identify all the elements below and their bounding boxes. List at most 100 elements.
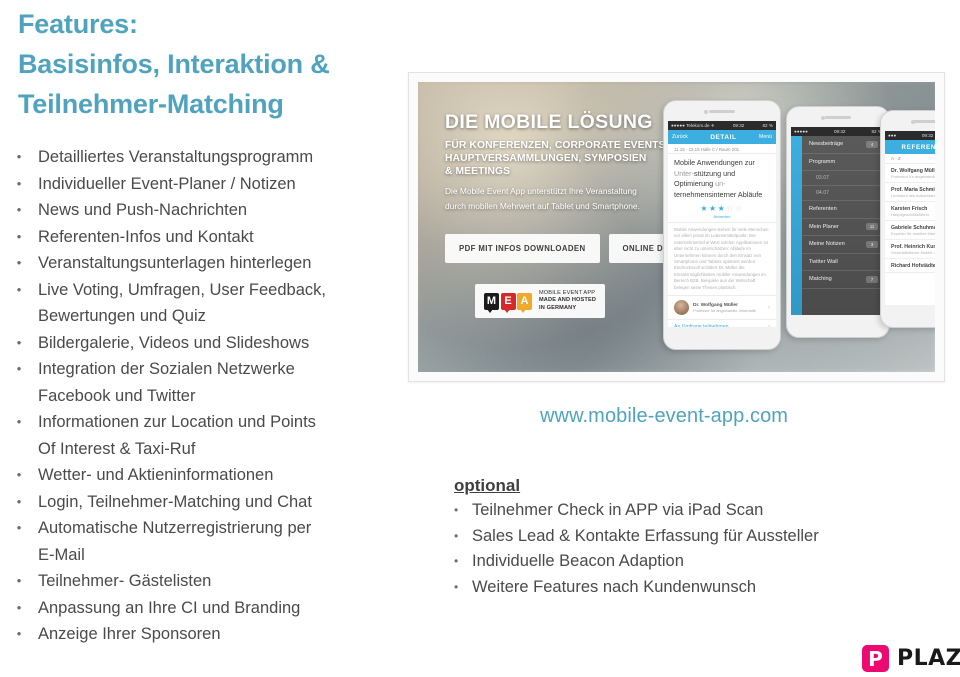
menu-item-day-1[interactable]: 03.07 [802, 171, 885, 186]
list-item: • Login, Teilnehmer-Matching und Chat [0, 489, 400, 516]
plazz-wordmark: PLAZZ [897, 646, 960, 671]
list-item[interactable]: Karsten Frisch Hauptgeschäftsführer [885, 202, 935, 221]
phone-mockup-speakers: ●●● 09:32 82 REFERENTEN A - Z Z - A Dr. … [880, 110, 935, 328]
list-item-line-1: Integration der Sozialen Netzwerke [38, 360, 295, 378]
pdf-download-button[interactable]: PDF MIT INFOS DOWNLOADEN [445, 234, 600, 263]
earpiece-speaker [709, 110, 735, 113]
menu-item-label: 04.07 [816, 190, 829, 196]
bullet-icon: • [16, 493, 22, 509]
menu-item-twitter-wall[interactable]: Twitter Wall [802, 254, 885, 271]
status-bar: ●●● 09:32 82 [885, 131, 935, 140]
status-bar: ●●●●● 09:32 82 % [791, 127, 885, 136]
status-bar: ●●●●● Telekom.de ✈ 09:32 82 % [668, 121, 776, 130]
session-heading-part-5: ternehmensinterner Abläufe [674, 189, 763, 199]
menu-item-day-2[interactable]: 04.07 [802, 186, 885, 201]
optional-heading: optional [454, 476, 521, 495]
title-line-3: Teilnehmer-Matching [18, 89, 284, 119]
bullet-icon: • [16, 520, 22, 535]
list-item[interactable]: Prof. Maria Schmidt Lehrstuhl des Aufsic… [885, 183, 935, 202]
list-item[interactable]: Prof. Heinrich Kunze Geschäftsführer Mob… [885, 240, 935, 259]
bullet-icon: • [16, 281, 22, 297]
list-item: • Wetter- und Aktieninformationen [0, 462, 400, 489]
speaker-name: Dr. Wolfgang Müller [891, 167, 935, 174]
speaker-row[interactable]: Dr. Wolfgang Müller Professor für angewa… [668, 295, 776, 319]
phone-mockup-detail: ●●●●● Telekom.de ✈ 09:32 82 % Zurück DET… [663, 100, 781, 350]
list-item: • Informationen zur Location und Points … [0, 409, 400, 462]
back-button[interactable]: Zurück [672, 134, 688, 140]
earpiece-speaker [825, 116, 851, 119]
slide-root: Features: Basisinfos, Interaktion & Teil… [0, 0, 960, 677]
list-item-label: News und Push-Nachrichten [38, 201, 248, 219]
menu-item-badge: 7 [866, 275, 878, 283]
list-item: • Referenten-Infos und Kontakt [0, 224, 400, 251]
bullet-icon: • [454, 554, 459, 568]
list-item: • Anzeige Ihrer Sponsoren [0, 621, 400, 648]
poll-link[interactable]: An Umfrage teilnehmen › [668, 319, 776, 327]
bullet-icon: • [16, 626, 22, 641]
sort-az-button[interactable]: A - Z [891, 156, 901, 161]
list-item: • Anpassung an Ihre CI und Branding [0, 595, 400, 622]
menu-item-label: Programm [809, 158, 836, 165]
title-line-2: Basisinfos, Interaktion & [18, 49, 330, 79]
list-item: • Detailliertes Veranstaltungsprogramm [0, 144, 400, 171]
bullet-icon: • [16, 334, 22, 350]
speaker-role: Lehrstuhl des Aufsichtsrates [891, 192, 935, 198]
bullet-icon: • [16, 175, 22, 191]
menu-item-label: Meine Notizen [809, 241, 845, 248]
mea-letter-m-icon: M [484, 292, 499, 313]
list-item: • Teilnehmer Check in APP via iPad Scan [454, 498, 954, 524]
nav-bar: Zurück DETAIL Menü [668, 130, 776, 144]
rate-link[interactable]: Bewerten [668, 213, 776, 223]
menu-item-label: Twitter Wall [809, 258, 838, 265]
status-time: 09:32 [833, 129, 846, 134]
product-screenshot-image: DIE MOBILE LÖSUNG FÜR KONFERENZEN, CORPO… [418, 82, 935, 372]
list-item-label: Integration der Sozialen Netzwerke Faceb… [38, 356, 400, 409]
stars-empty-icon: ☆☆ [726, 204, 744, 213]
title-line-1: Features: [18, 9, 138, 39]
menu-item-meine-notizen[interactable]: Meine Notizen 3 [802, 236, 885, 254]
menu-item-mein-planer[interactable]: Mein Planer 11 [802, 219, 885, 236]
menu-item-news[interactable]: Newsbeiträge 4 [802, 136, 885, 154]
menu-item-programm[interactable]: Programm [802, 154, 885, 171]
rating-stars[interactable]: ★★★☆☆ [668, 203, 776, 213]
list-item-label: Individueller Event-Planer / Notizen [38, 174, 296, 193]
list-item-label: Login, Teilnehmer-Matching und Chat [38, 492, 312, 511]
front-camera-icon [704, 109, 708, 114]
nav-title: DETAIL [710, 133, 737, 141]
speaker-role: Expertin für mobiles Marketing [891, 230, 935, 236]
status-carrier: ●●●●● [794, 129, 808, 134]
menu-item-badge: 4 [866, 140, 878, 148]
list-item[interactable]: Dr. Wolfgang Müller Professor für angewa… [885, 164, 935, 183]
list-item[interactable]: Gabriele Schuhmacher Expertin für mobile… [885, 221, 935, 240]
list-item-label: Sales Lead & Kontakte Erfassung für Auss… [472, 526, 819, 545]
speaker-role: Professor für angewandte Informatik [891, 173, 935, 179]
plazz-mark-letter: P [868, 646, 883, 671]
drawer-menu: Newsbeiträge 4 Programm 03.07 04.07 Refe… [802, 136, 885, 315]
list-item: • Automatische Nutzerregistrierung per E… [0, 515, 400, 568]
menu-button[interactable]: Menü [759, 134, 772, 140]
list-item: • Bildergalerie, Videos und Slideshows [0, 330, 400, 357]
menu-item-matching[interactable]: Matching 7 [802, 271, 885, 289]
list-item-line-1: Live Voting, Umfragen, User Feedback, [38, 280, 326, 299]
list-item: • Veranstaltungsunterlagen hinterlegen [0, 250, 400, 277]
list-item-label: Veranstaltungsunterlagen hinterlegen [38, 254, 312, 272]
bullet-icon: • [16, 361, 22, 376]
list-item[interactable]: Richard Hofstädter [885, 259, 935, 273]
bullet-icon: • [16, 414, 22, 429]
list-item-label: Teilnehmer- Gästelisten [38, 572, 212, 590]
bullet-icon: • [454, 528, 459, 543]
website-url[interactable]: www.mobile-event-app.com [540, 405, 788, 428]
list-item-label: Teilnehmer Check in APP via iPad Scan [472, 501, 764, 519]
list-item-line-2: E-Mail [38, 545, 85, 564]
list-item-label: Detailliertes Veranstaltungsprogramm [38, 148, 314, 166]
alpha-sort-bar[interactable]: A - Z Z - A [885, 154, 935, 164]
menu-item-label: 03.07 [816, 175, 829, 181]
bullet-icon: • [454, 503, 459, 517]
bullet-icon: • [16, 228, 22, 244]
bullet-icon: • [16, 149, 22, 164]
mea-badge-line-3: IN GERMANY [539, 304, 577, 311]
stars-filled-icon: ★★★ [700, 204, 727, 213]
menu-item-referenten[interactable]: Referenten [802, 201, 885, 219]
list-item: • Live Voting, Umfragen, User Feedback, … [0, 277, 400, 330]
menu-item-label: Mein Planer [809, 223, 839, 230]
